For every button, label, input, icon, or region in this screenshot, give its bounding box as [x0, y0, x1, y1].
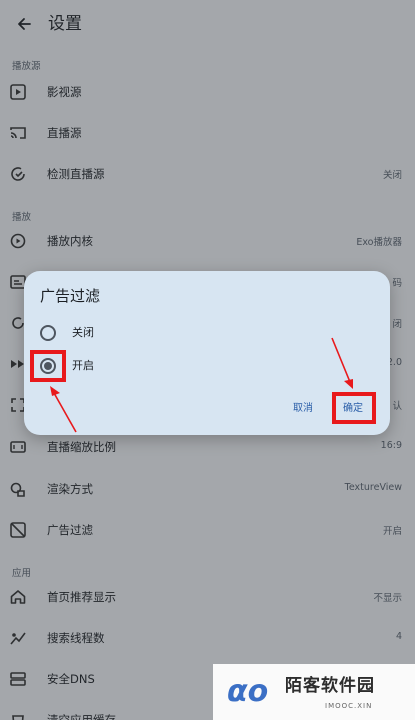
option-label: 开启 — [72, 359, 94, 372]
dialog-title: 广告过滤 — [40, 287, 101, 305]
watermark: αο 陌客软件园 IMOOC.XIN — [213, 664, 415, 720]
option-on[interactable]: 开启 — [38, 351, 238, 381]
highlight-box-option-on — [30, 350, 66, 382]
watermark-title: 陌客软件园 — [285, 676, 375, 696]
highlight-box-confirm — [332, 392, 376, 424]
option-off[interactable]: 关闭 — [38, 318, 238, 348]
watermark-logo-icon: αο — [227, 674, 269, 709]
radio-button[interactable] — [40, 325, 56, 341]
cancel-button[interactable]: 取消 — [286, 401, 320, 417]
watermark-subtitle: IMOOC.XIN — [325, 702, 373, 710]
option-label: 关闭 — [72, 326, 94, 339]
